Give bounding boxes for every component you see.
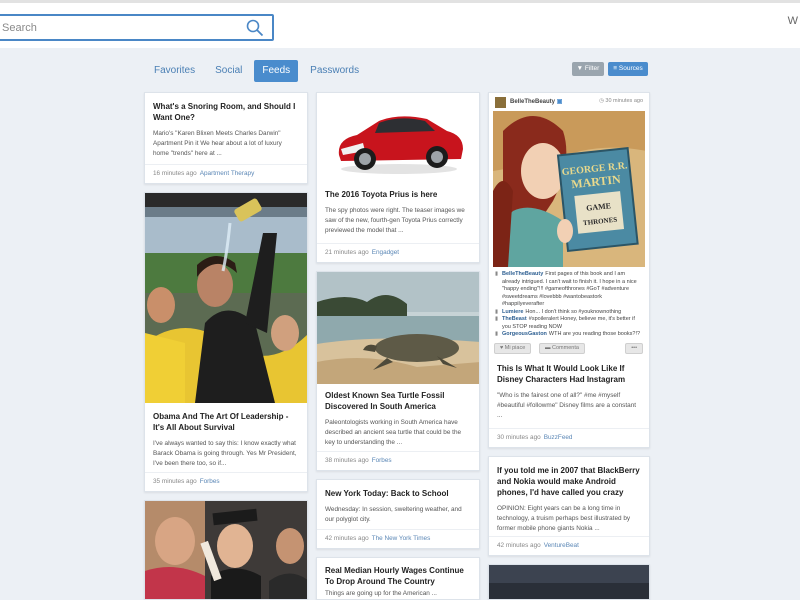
instagram-comments: ▮ BelleTheBeauty First pages of this book … (489, 267, 649, 339)
card-meta: 35 minutes ago Forbes (145, 472, 307, 491)
card-time: 30 minutes ago (497, 434, 541, 441)
feed-card-wages[interactable]: Real Median Hourly Wages Continue To Dro… (316, 557, 480, 600)
sources-label: Sources (618, 65, 643, 72)
feed-card-turtle[interactable]: Oldest Known Sea Turtle Fossil Discovere… (316, 271, 480, 471)
instagram-header: BelleTheBeauty ▣ ◷ 30 minutes ago (489, 93, 649, 111)
sources-button[interactable]: ≡ Sources (608, 62, 648, 76)
comment-icon: ▮ (495, 331, 499, 337)
card-source[interactable]: Forbes (200, 478, 220, 485)
card-meta: 38 minutes ago Forbes (317, 451, 479, 470)
top-bar: W (0, 0, 800, 48)
tab-social[interactable]: Social (207, 60, 250, 82)
user-initial[interactable]: W (788, 15, 798, 27)
card-excerpt: Wednesday: In session, sweltering weathe… (325, 506, 462, 523)
card-time: 35 minutes ago (153, 478, 197, 485)
card-title[interactable]: Obama And The Art Of Leadership - It's A… (145, 403, 307, 433)
comment-icon: ▮ (495, 316, 499, 322)
comment-icon: ▮ (495, 308, 499, 315)
card-meta: 16 minutes ago Apartment Therapy (145, 164, 307, 183)
card-source[interactable]: Forbes (372, 457, 392, 464)
card-source[interactable]: BuzzFeed (544, 434, 573, 441)
feed-card-instagram[interactable]: BelleTheBeauty ▣ ◷ 30 minutes ago GEORGE… (488, 92, 650, 448)
filter-button[interactable]: ▼ Filter (572, 62, 604, 76)
comment: ▮ Lumiere Hon... I don't think so #youknow… (495, 308, 622, 315)
search-input[interactable] (0, 16, 228, 39)
card-excerpt: "Who is the fairest one of all?" #me #my… (497, 391, 637, 419)
card-source[interactable]: Engadget (372, 249, 399, 256)
card-time: 16 minutes ago (153, 170, 197, 177)
card-title[interactable]: The 2016 Toyota Prius is here (317, 183, 479, 200)
prius-photo[interactable] (317, 93, 479, 183)
feed-card-prius[interactable]: The 2016 Toyota Prius is here The spy ph… (316, 92, 480, 263)
card-title[interactable]: Oldest Known Sea Turtle Fossil Discovere… (317, 384, 479, 412)
card-title[interactable]: This Is What It Would Look Like If Disne… (489, 357, 649, 385)
card-time: 42 minutes ago (325, 535, 369, 542)
avatar[interactable] (495, 97, 506, 108)
feed-card-nytoday[interactable]: New York Today: Back to School Wednesday… (316, 479, 480, 549)
card-meta: 21 minutes ago Engadget (317, 243, 479, 262)
card-title[interactable]: What's a Snoring Room, and Should I Want… (145, 93, 307, 123)
filter-icon: ▼ (576, 65, 585, 72)
card-excerpt: I've always wanted to say this: I know e… (153, 440, 297, 467)
like-button[interactable]: ♥ Mi piace (494, 342, 532, 354)
card-excerpt: OPINION: Eight years can be a long time … (497, 505, 631, 532)
tab-passwords[interactable]: Passwords (302, 60, 367, 82)
instagram-username[interactable]: BelleTheBeauty ▣ (510, 98, 562, 105)
graduation-photo[interactable] (145, 501, 307, 599)
feed-card-dark-image[interactable] (488, 564, 650, 600)
verified-icon: ▣ (556, 99, 563, 105)
card-title[interactable]: New York Today: Back to School (317, 480, 479, 499)
card-title[interactable]: Real Median Hourly Wages Continue To Dro… (317, 558, 479, 587)
card-meta: 42 minutes ago VentureBeat (489, 536, 649, 555)
filter-label: Filter (584, 65, 600, 72)
turtle-illustration[interactable] (317, 272, 479, 384)
card-time: 38 minutes ago (325, 457, 369, 464)
feed-card-snoring[interactable]: What's a Snoring Room, and Should I Want… (144, 92, 308, 184)
card-source[interactable]: The New York Times (372, 535, 431, 542)
instagram-actions: ♥ Mi piace ▬ Commenta ••• (489, 342, 649, 357)
comment-icon: ▮ (495, 271, 499, 277)
card-source[interactable]: VentureBeat (544, 542, 579, 549)
more-button[interactable]: ••• (625, 342, 643, 354)
feed-card-blackberry[interactable]: If you told me in 2007 that BlackBerry a… (488, 456, 650, 556)
instagram-illustration[interactable]: GEORGE R.R. MARTIN GAME THRONES (493, 111, 645, 267)
search-icon[interactable] (246, 19, 264, 37)
card-meta: 42 minutes ago The New York Times (317, 529, 479, 548)
card-photo[interactable] (489, 565, 649, 599)
card-meta: 30 minutes ago BuzzFeed (489, 428, 649, 447)
instagram-time: ◷ 30 minutes ago (599, 98, 643, 104)
card-source[interactable]: Apartment Therapy (200, 170, 255, 177)
tab-favorites[interactable]: Favorites (146, 60, 203, 82)
feed-card-graduation[interactable] (144, 500, 308, 600)
search-box[interactable] (0, 14, 274, 41)
card-excerpt: Things are going up for the American ... (325, 590, 437, 597)
tab-feeds[interactable]: Feeds (254, 60, 299, 82)
card-excerpt: Paleontologists working in South America… (325, 419, 462, 446)
card-title[interactable]: If you told me in 2007 that BlackBerry a… (489, 457, 649, 498)
comment-button[interactable]: ▬ Commenta (539, 342, 585, 354)
comment: ▮ GorgeousGaston WTH are you reading those… (495, 331, 641, 337)
comment: ▮ TheBeast #spoileralert Honey, believe me… (495, 316, 635, 330)
comment: ▮ BelleTheBeauty First pages of this book … (495, 271, 637, 307)
card-time: 21 minutes ago (325, 249, 369, 256)
obama-photo[interactable] (145, 193, 307, 403)
card-excerpt: Mario's "Karen Blixen Meets Charles Darw… (153, 130, 282, 157)
feed-card-obama[interactable]: Obama And The Art Of Leadership - It's A… (144, 192, 308, 492)
feed-tabs: Favorites Social Feeds Passwords (146, 60, 371, 82)
card-time: 42 minutes ago (497, 542, 541, 549)
card-excerpt: The spy photos were right. The teaser im… (325, 207, 465, 234)
